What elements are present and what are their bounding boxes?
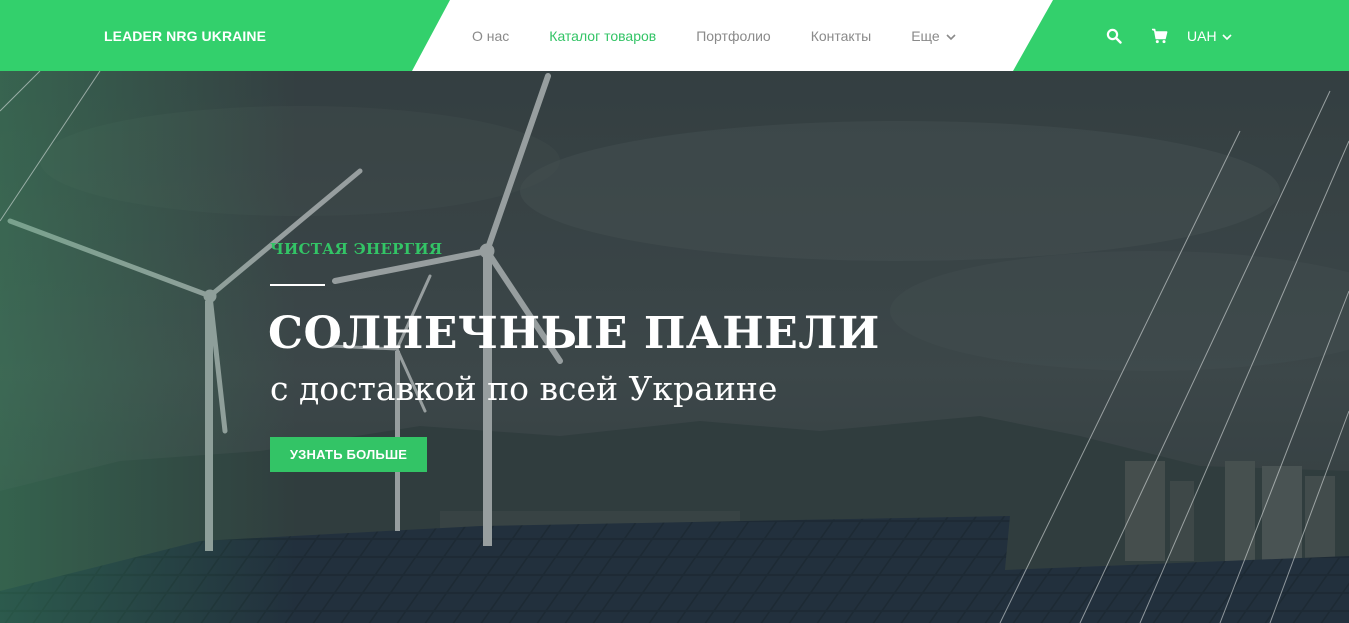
nav-item-about[interactable]: О нас <box>472 28 509 44</box>
chevron-down-icon <box>1221 28 1232 44</box>
nav-item-portfolio[interactable]: Портфолио <box>696 28 771 44</box>
hero-banner: ЧИСТАЯ ЭНЕРГИЯ СОЛНЕЧНЫЕ ПАНЕЛИ с достав… <box>0 71 1349 623</box>
site-logo[interactable]: LEADER NRG UKRAINE <box>104 28 266 44</box>
site-header: LEADER NRG UKRAINE О нас Каталог товаров… <box>0 0 1349 71</box>
nav-item-catalog[interactable]: Каталог товаров <box>549 28 656 44</box>
hero-divider <box>270 284 325 286</box>
search-icon[interactable] <box>1104 26 1124 46</box>
nav-item-more-label: Еще <box>911 28 940 44</box>
learn-more-button[interactable]: УЗНАТЬ БОЛЬШЕ <box>270 437 427 472</box>
currency-label: UAH <box>1187 28 1217 44</box>
hero-subline: с доставкой по всей Украине <box>270 369 778 408</box>
header-tools: UAH <box>1104 26 1232 46</box>
currency-selector[interactable]: UAH <box>1187 28 1232 44</box>
nav-item-more[interactable]: Еще <box>911 28 956 44</box>
cart-icon[interactable] <box>1149 26 1169 46</box>
chevron-down-icon <box>946 28 956 44</box>
nav-item-contacts[interactable]: Контакты <box>811 28 871 44</box>
hero-headline: СОЛНЕЧНЫЕ ПАНЕЛИ <box>268 308 880 359</box>
hero-eyebrow: ЧИСТАЯ ЭНЕРГИЯ <box>270 240 443 258</box>
main-nav: О нас Каталог товаров Портфолио Контакты… <box>472 28 996 44</box>
